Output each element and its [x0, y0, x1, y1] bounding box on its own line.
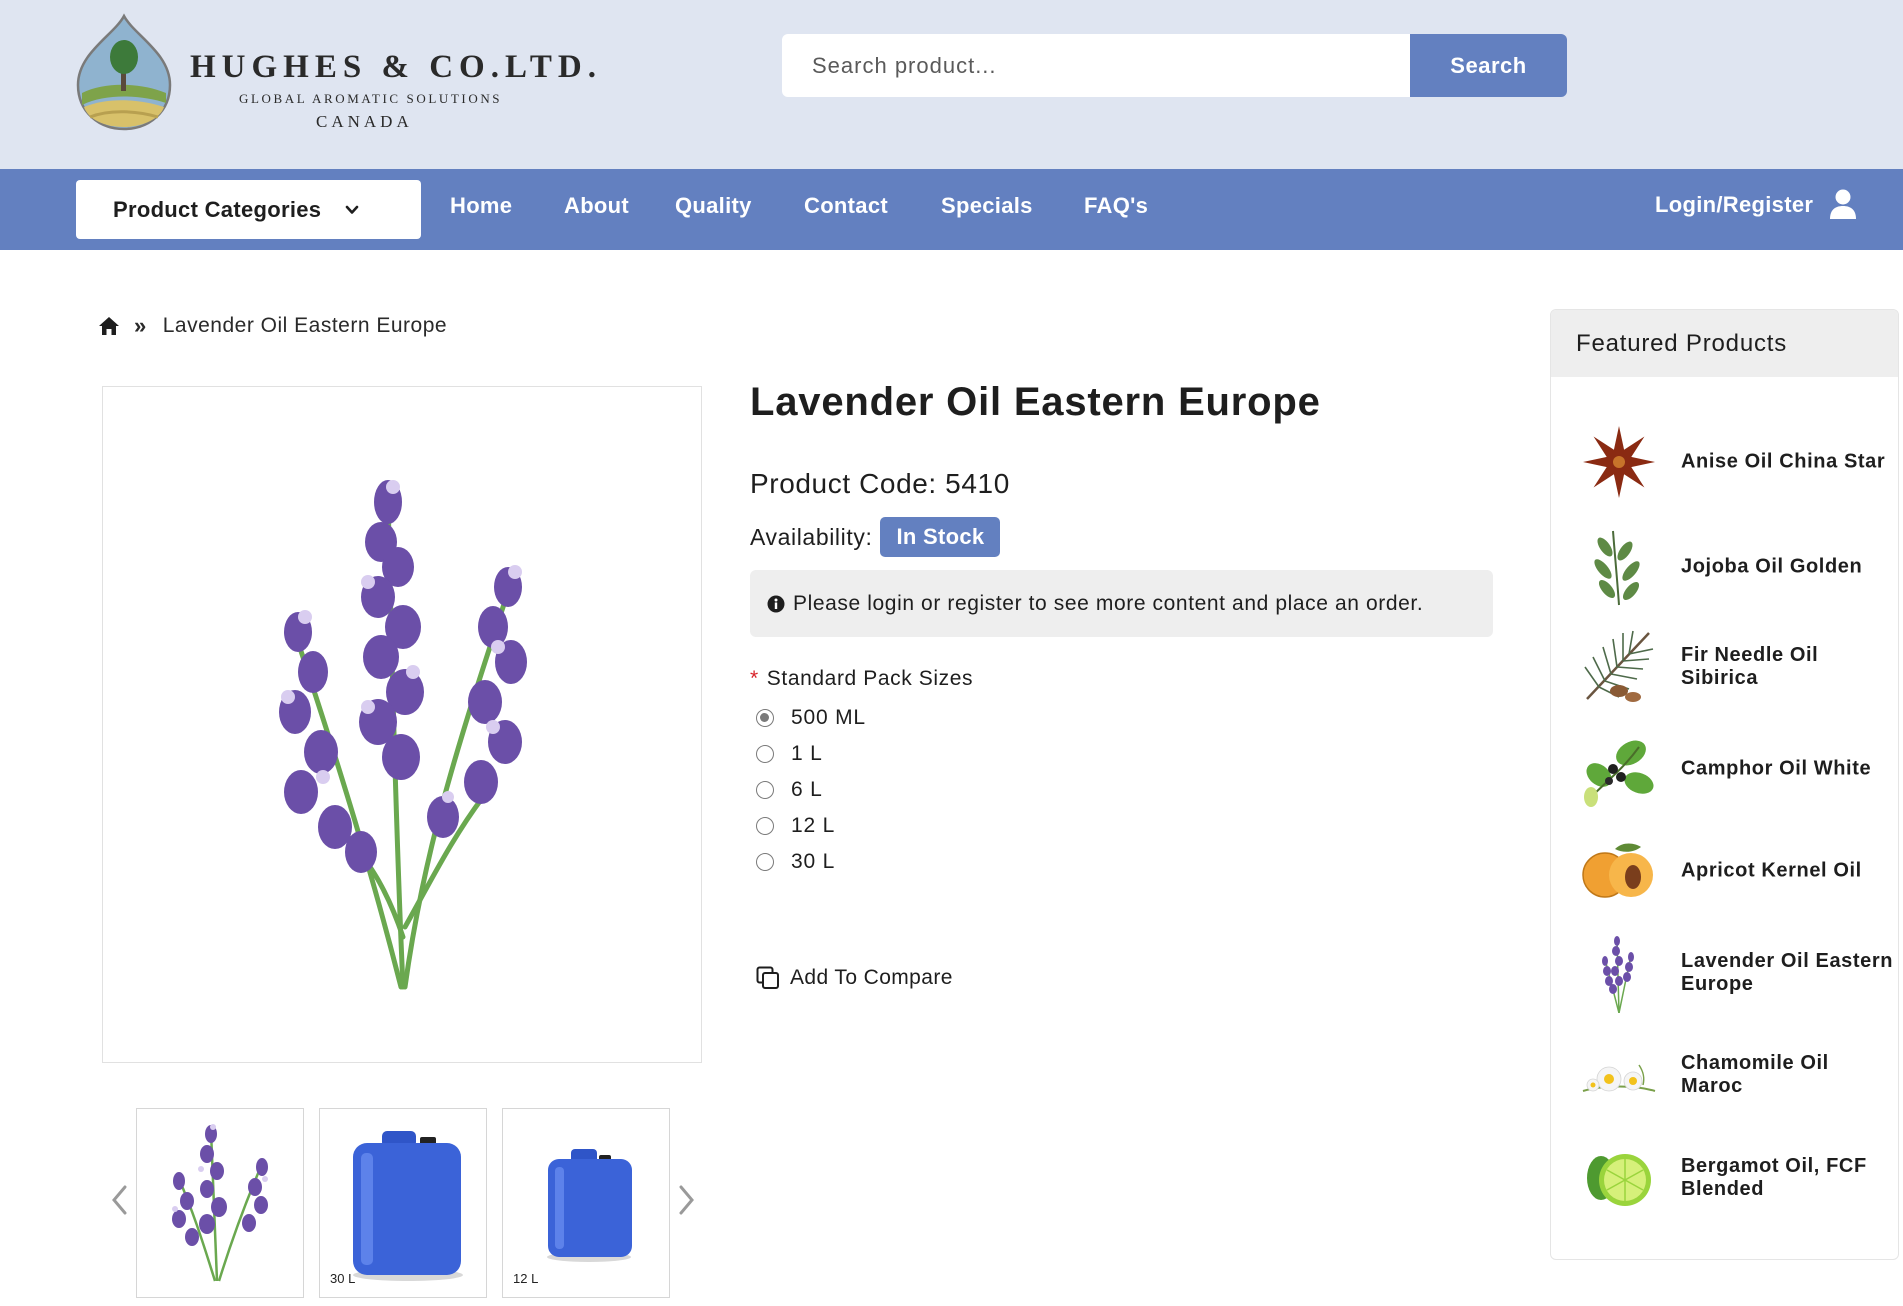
featured-products-header: Featured Products	[1551, 310, 1898, 377]
featured-item-bergamot[interactable]: Bergamot Oil, FCF Blended	[1551, 1128, 1898, 1228]
main-nav: Product Categories Home About Quality Co…	[0, 169, 1903, 250]
pack-option-label: 1 L	[791, 742, 823, 765]
bergamot-image	[1587, 1154, 1651, 1206]
login-notice: Please login or register to see more con…	[750, 570, 1493, 637]
radio-button[interactable]	[756, 745, 774, 763]
featured-item-name: Jojoba Oil Golden	[1681, 555, 1863, 578]
add-to-compare-label: Add To Compare	[790, 966, 953, 989]
pack-option-label: 6 L	[791, 778, 823, 801]
brand-name: HUGHES & CO.LTD.	[190, 49, 603, 85]
product-main-image[interactable]	[102, 386, 702, 1063]
jojoba-image	[1594, 530, 1640, 606]
product-title: Lavender Oil Eastern Europe	[750, 380, 1321, 424]
pack-option-label: 30 L	[791, 850, 836, 873]
radio-button[interactable]	[756, 781, 774, 799]
fir-needle-image	[1584, 630, 1654, 702]
featured-item-name: Bergamot Oil, FCF Blended	[1681, 1155, 1867, 1200]
nav-about[interactable]: About	[564, 193, 629, 219]
featured-item-fir-needle[interactable]: Fir Needle Oil Sibirica	[1551, 617, 1898, 717]
breadcrumb-separator: »	[134, 313, 147, 338]
pack-size-options: 500 ML 1 L 6 L 12 L 30 L	[756, 700, 866, 880]
chevron-left-icon[interactable]	[110, 1183, 130, 1217]
thumbnail-3-label: 12 L	[513, 1271, 539, 1286]
apricot-image	[1582, 843, 1653, 898]
featured-products-title: Featured Products	[1576, 329, 1788, 357]
lavender-image	[279, 480, 527, 990]
pack-option-500ml[interactable]: 500 ML	[756, 700, 866, 736]
login-register-link[interactable]: Login/Register	[1655, 189, 1857, 220]
thumbnail-1[interactable]	[136, 1108, 304, 1298]
pack-option-label: 500 ML	[791, 706, 866, 729]
featured-item-name: Lavender Oil Eastern Europe	[1681, 950, 1894, 995]
search-button[interactable]: Search	[1410, 34, 1567, 97]
camphor-image	[1584, 740, 1654, 807]
chevron-right-icon[interactable]	[676, 1183, 696, 1217]
radio-button[interactable]	[756, 817, 774, 835]
pack-option-label: 12 L	[791, 814, 836, 837]
thumbnail-3[interactable]: 12 L	[502, 1108, 670, 1298]
featured-item-name: Anise Oil China Star	[1681, 450, 1886, 473]
stock-status-badge: In Stock	[880, 517, 1001, 557]
radio-button[interactable]	[756, 853, 774, 871]
pack-option-30l[interactable]: 30 L	[756, 844, 866, 880]
featured-item-name: Camphor Oil White	[1681, 757, 1872, 780]
radio-button[interactable]	[756, 709, 774, 727]
pack-option-12l[interactable]: 12 L	[756, 808, 866, 844]
breadcrumb-current: Lavender Oil Eastern Europe	[162, 314, 448, 337]
featured-item-name: Chamomile Oil Maroc	[1681, 1052, 1829, 1097]
chamomile-image	[1582, 1064, 1656, 1092]
required-mark: *	[750, 667, 759, 690]
compare-icon	[756, 966, 779, 989]
jerrycan-image	[353, 1131, 463, 1281]
featured-item-apricot[interactable]: Apricot Kernel Oil	[1551, 821, 1898, 921]
nav-faqs[interactable]: FAQ's	[1084, 193, 1148, 219]
star-anise-image	[1583, 426, 1655, 498]
brand-logo[interactable]: HUGHES & CO.LTD. GLOBAL AROMATIC SOLUTIO…	[76, 13, 596, 133]
featured-item-jojoba[interactable]: Jojoba Oil Golden	[1551, 517, 1898, 617]
pack-sizes-title: * Standard Pack Sizes	[750, 667, 973, 691]
featured-item-camphor[interactable]: Camphor Oil White	[1551, 719, 1898, 819]
chevron-down-icon	[346, 205, 359, 214]
login-notice-text: Please login or register to see more con…	[793, 591, 1424, 615]
pack-option-6l[interactable]: 6 L	[756, 772, 866, 808]
availability: Availability: In Stock	[750, 517, 1001, 557]
featured-products-panel: Featured Products Anise Oil China Star J…	[1550, 309, 1899, 1260]
product-categories-label: Product Categories	[113, 196, 322, 222]
featured-item-anise[interactable]: Anise Oil China Star	[1551, 412, 1898, 512]
info-icon	[767, 595, 785, 612]
lavender-image	[1602, 936, 1634, 1013]
user-icon	[1830, 189, 1857, 219]
product-categories-dropdown[interactable]: Product Categories	[76, 180, 421, 239]
thumbnail-2-label: 30 L	[330, 1271, 356, 1286]
brand-tagline: GLOBAL AROMATIC SOLUTIONS	[239, 91, 503, 106]
search-input[interactable]	[782, 34, 1410, 97]
lavender-image	[172, 1124, 268, 1282]
search-bar: Search	[782, 34, 1567, 97]
site-header: HUGHES & CO.LTD. GLOBAL AROMATIC SOLUTIO…	[0, 0, 1903, 169]
home-icon[interactable]	[98, 316, 120, 336]
featured-item-name: Apricot Kernel Oil	[1681, 859, 1862, 882]
featured-item-chamomile[interactable]: Chamomile Oil Maroc	[1551, 1025, 1898, 1125]
breadcrumb: » Lavender Oil Eastern Europe	[98, 313, 447, 339]
jerrycan-image	[547, 1149, 632, 1262]
nav-quality[interactable]: Quality	[675, 193, 752, 219]
nav-home[interactable]: Home	[450, 193, 512, 219]
featured-item-lavender[interactable]: Lavender Oil Eastern Europe	[1551, 923, 1898, 1023]
login-register-label: Login/Register	[1655, 191, 1814, 217]
nav-contact[interactable]: Contact	[804, 193, 888, 219]
add-to-compare-link[interactable]: Add To Compare	[756, 966, 953, 990]
nav-specials[interactable]: Specials	[941, 193, 1033, 219]
availability-label: Availability:	[750, 523, 873, 550]
pack-option-1l[interactable]: 1 L	[756, 736, 866, 772]
brand-country: CANADA	[316, 112, 413, 131]
product-code: Product Code: 5410	[750, 468, 1010, 499]
pack-sizes-label: Standard Pack Sizes	[766, 667, 974, 690]
logo-emblem-icon	[76, 13, 172, 131]
featured-item-name: Fir Needle Oil Sibirica	[1681, 644, 1819, 689]
thumbnail-2[interactable]: 30 L	[319, 1108, 487, 1298]
